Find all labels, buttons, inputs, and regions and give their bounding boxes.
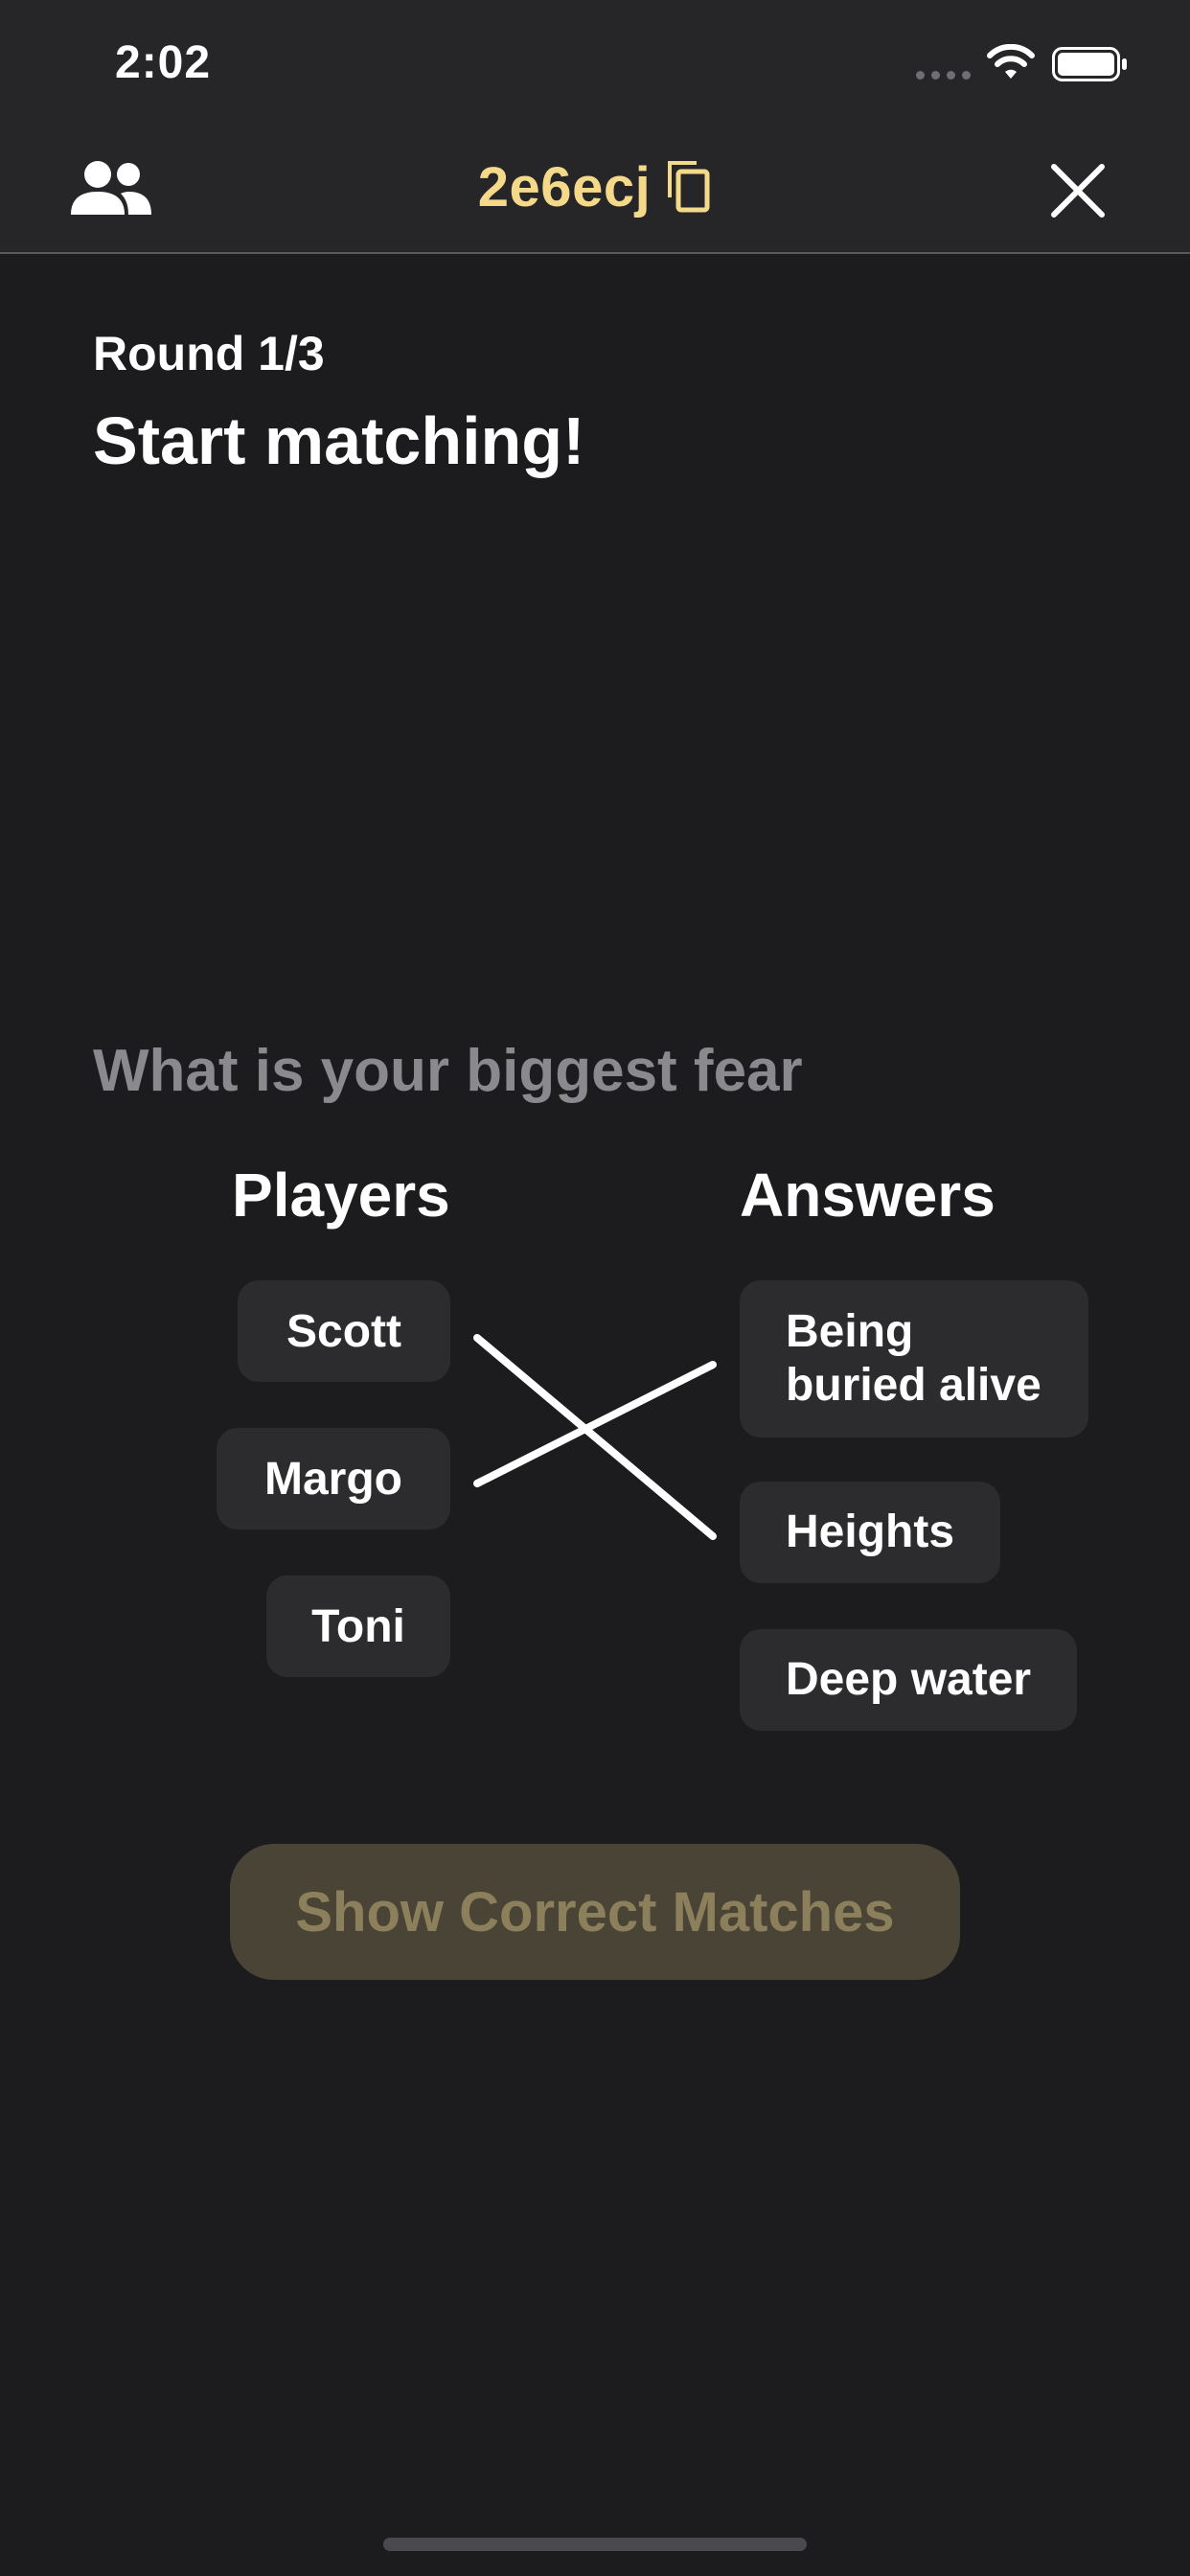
answer-text: Heights [786,1506,955,1557]
top-bar: 2:02 2e6ecj [0,0,1190,254]
match-line-scott-heights [473,1334,717,1540]
match-line-margo-buried-alive [473,1361,717,1487]
room-code-area: 2e6ecj [0,151,1190,224]
wifi-icon [987,44,1035,79]
show-correct-matches-button[interactable]: Show Correct Matches [230,1844,960,1980]
player-name: Margo [264,1453,402,1505]
answer-chip-deep-water[interactable]: Deep water [740,1629,1078,1731]
people-icon[interactable] [69,159,153,218]
answers-column-header: Answers [740,1161,995,1230]
player-name: Scott [286,1305,401,1357]
round-label: Round 1/3 [93,327,325,380]
players-column-header: Players [232,1161,450,1230]
answer-chip-buried-alive[interactable]: Being buried alive [740,1280,1088,1438]
page-title: Start matching! [93,403,585,478]
status-time: 2:02 [115,37,212,88]
close-icon[interactable] [1048,161,1108,220]
room-code-copy-button[interactable]: 2e6ecj [478,151,712,224]
home-indicator [383,2538,807,2551]
room-code: 2e6ecj [477,156,652,218]
battery-icon [1052,47,1127,81]
player-chip-toni[interactable]: Toni [266,1576,450,1677]
answer-text: Deep water [786,1654,1032,1705]
answer-text: Being buried alive [786,1306,1041,1411]
player-chip-scott[interactable]: Scott [238,1280,450,1382]
cellular-signal-icon [916,71,971,80]
question-text: What is your biggest fear [93,1038,803,1104]
player-chip-margo[interactable]: Margo [217,1428,450,1530]
player-name: Toni [311,1600,405,1652]
answer-chip-heights[interactable]: Heights [740,1482,1001,1583]
app-screen: 2:02 2e6ecj Round 1/3 Start matching! Wh… [0,0,1190,2576]
copy-icon[interactable] [664,155,712,215]
